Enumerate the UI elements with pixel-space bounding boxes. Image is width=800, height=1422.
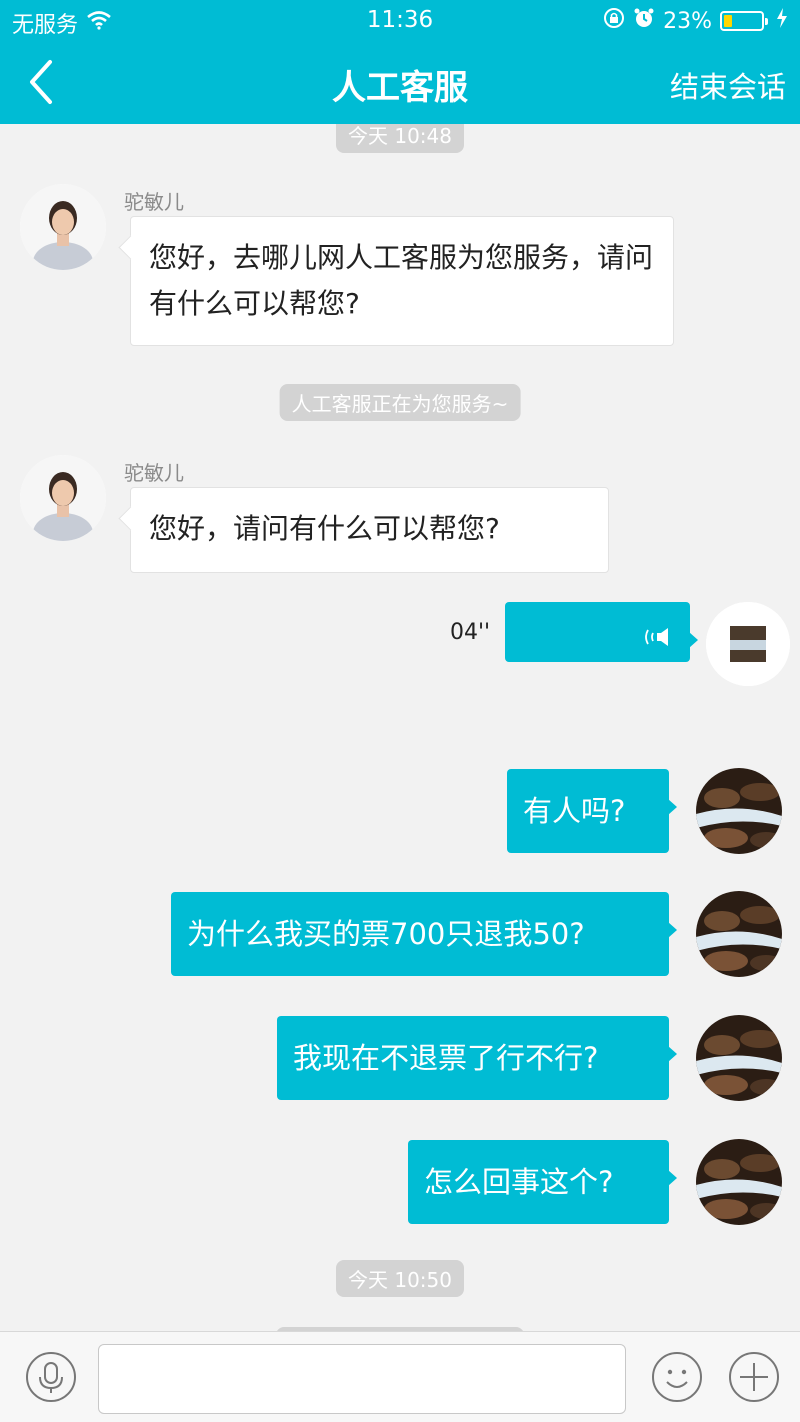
- chat-area[interactable]: 今天 10:48 驼敏儿 您好，去哪儿网人工客服为您服务，请问有什么可以帮您? …: [0, 124, 800, 1331]
- message-text: 怎么回事这个?: [424, 1165, 614, 1199]
- agent-name: 驼敏儿: [124, 190, 184, 214]
- charging-bolt-icon: [776, 8, 788, 34]
- chevron-left-icon: [30, 60, 52, 104]
- agent-message-bubble[interactable]: 您好，去哪儿网人工客服为您服务，请问有什么可以帮您?: [130, 216, 674, 346]
- user-message-bubble[interactable]: 怎么回事这个?: [408, 1140, 677, 1224]
- agent-message-bubble[interactable]: 您好，请问有什么可以帮您?: [130, 487, 609, 573]
- system-notice: 人工客服正在为您服务~: [279, 384, 521, 421]
- user-message-bubble[interactable]: 为什么我买的票700只退我50?: [171, 892, 677, 976]
- user-avatar[interactable]: [696, 1139, 782, 1225]
- speaker-icon: [644, 619, 672, 659]
- emoji-button[interactable]: [651, 1351, 703, 1403]
- agent-avatar[interactable]: [20, 184, 106, 270]
- message-input[interactable]: [98, 1344, 626, 1414]
- rotation-lock-icon: [603, 7, 625, 35]
- message-text: 您好，去哪儿网人工客服为您服务，请问有什么可以帮您?: [149, 241, 654, 320]
- message-text: 您好，请问有什么可以帮您?: [149, 512, 500, 545]
- user-avatar[interactable]: [696, 1015, 782, 1101]
- end-session-button[interactable]: 结束会话: [670, 64, 786, 106]
- message-text: 为什么我买的票700只退我50?: [187, 917, 585, 951]
- microphone-icon: [26, 1352, 76, 1402]
- agent-name: 驼敏儿: [124, 461, 184, 485]
- message-text: 我现在不退票了行不行?: [293, 1041, 599, 1075]
- alarm-icon: [633, 7, 655, 35]
- user-avatar[interactable]: [696, 768, 782, 854]
- timestamp-pill: 今天 10:50: [336, 1260, 464, 1297]
- status-bar: 无服务 11:36 23%: [0, 0, 800, 40]
- smiley-icon: [652, 1352, 702, 1402]
- voice-input-button[interactable]: [25, 1351, 77, 1403]
- battery-percent: 23%: [663, 8, 712, 34]
- back-button[interactable]: [24, 58, 64, 106]
- timestamp-pill: 今天 10:48: [336, 124, 464, 153]
- plus-icon: [729, 1352, 779, 1402]
- user-avatar[interactable]: [696, 891, 782, 977]
- input-bar: [0, 1331, 800, 1422]
- battery-icon: [720, 11, 768, 31]
- voice-duration: 04'': [450, 620, 491, 645]
- message-text: 有人吗?: [523, 794, 626, 828]
- user-avatar[interactable]: [706, 602, 790, 686]
- voice-message-bubble[interactable]: [505, 602, 698, 662]
- agent-avatar[interactable]: [20, 455, 106, 541]
- battery-fill: [724, 15, 732, 27]
- nav-bar: 人工客服 结束会话: [0, 40, 800, 124]
- user-message-bubble[interactable]: 有人吗?: [507, 769, 677, 853]
- status-right-group: 23%: [603, 7, 788, 35]
- more-button[interactable]: [728, 1351, 780, 1403]
- user-message-bubble[interactable]: 我现在不退票了行不行?: [277, 1016, 677, 1100]
